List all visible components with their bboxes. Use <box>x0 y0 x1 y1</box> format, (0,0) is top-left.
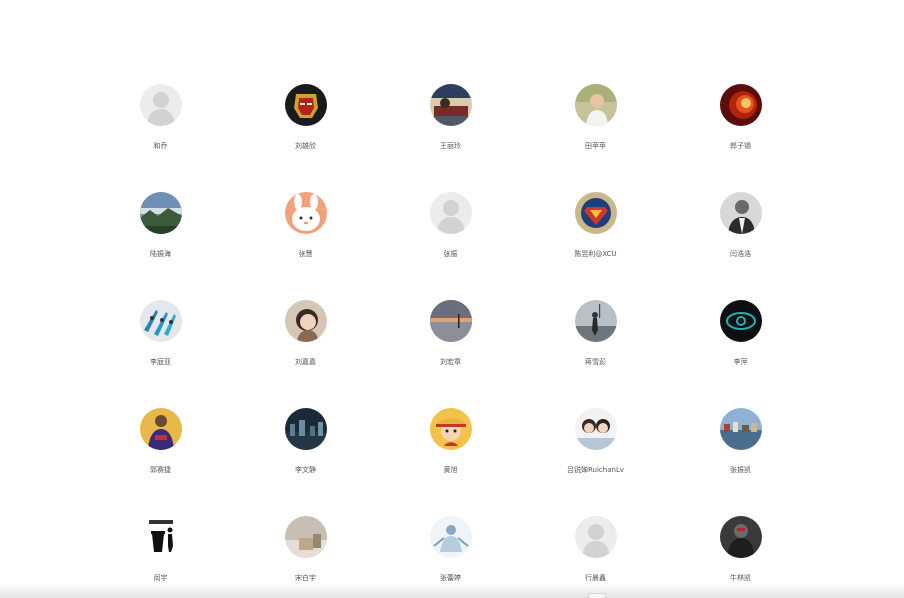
contact-item[interactable]: 刘雄欣 <box>233 84 378 192</box>
flame-avatar[interactable] <box>719 84 762 126</box>
contact-item[interactable]: 李萍 <box>668 300 813 408</box>
contact-item[interactable]: 李庭亚 <box>88 300 233 408</box>
anime-character-avatar[interactable] <box>429 408 472 450</box>
contact-item[interactable]: 吕锐婵RuichanLv <box>523 408 668 516</box>
default-person-icon[interactable] <box>139 84 182 126</box>
contact-item[interactable]: 张振 <box>378 192 523 300</box>
basketball-player-avatar[interactable] <box>139 408 182 450</box>
iron-man-avatar[interactable] <box>284 84 327 126</box>
contact-name: 牛林凯 <box>730 574 751 582</box>
contact-name: 行晨鑫 <box>585 574 606 582</box>
hiker-avatar[interactable] <box>574 300 617 342</box>
family-photo-avatar[interactable] <box>574 408 617 450</box>
contact-name: 李庭亚 <box>150 358 171 366</box>
bw-portrait-avatar[interactable] <box>719 192 762 234</box>
contact-name: 张振凯 <box>730 466 751 474</box>
contact-name: 王丽玲 <box>440 142 461 150</box>
contact-name: 蒋雪彭 <box>585 358 606 366</box>
contact-name: 陆振海 <box>150 250 171 258</box>
contact-name: 田苹苹 <box>585 142 606 150</box>
contact-name: 宋白宇 <box>295 574 316 582</box>
contact-item[interactable]: 张振凯 <box>668 408 813 516</box>
contact-name: 闫浩浩 <box>730 250 751 258</box>
contact-name: 李萍 <box>733 358 748 366</box>
boats-avatar[interactable] <box>139 300 182 342</box>
contact-item[interactable]: 陈昱利@XCU <box>523 192 668 300</box>
room-photo-avatar[interactable] <box>284 516 327 558</box>
scroll-handle[interactable] <box>588 593 606 598</box>
portrait-avatar[interactable] <box>574 84 617 126</box>
contact-item[interactable]: 刘宏章 <box>378 300 523 408</box>
contact-item[interactable]: 陆振海 <box>88 192 233 300</box>
trash-sign-avatar[interactable] <box>139 516 182 558</box>
eye-logo-avatar[interactable] <box>719 300 762 342</box>
contacts-grid: 和乔 刘雄欣 王丽玲 田苹苹 郎子锡 陆振海 张慧 张振 陈昱利@XCU 闫浩浩… <box>88 84 813 598</box>
contact-item[interactable]: 王丽玲 <box>378 84 523 192</box>
contact-item[interactable]: 郎子锡 <box>668 84 813 192</box>
contact-name: 刘宏章 <box>440 358 461 366</box>
contact-name: 和乔 <box>153 142 168 150</box>
contact-item[interactable]: 郭赛捷 <box>88 408 233 516</box>
contact-name: 张慧 <box>298 250 313 258</box>
girl-portrait-avatar[interactable] <box>284 300 327 342</box>
winter-figure-avatar[interactable] <box>429 516 472 558</box>
contact-name: 李文静 <box>295 466 316 474</box>
hero-portrait-avatar[interactable] <box>719 516 762 558</box>
contact-name: 张振 <box>443 250 458 258</box>
illustration-avatar[interactable] <box>429 84 472 126</box>
contact-item[interactable]: 田苹苹 <box>523 84 668 192</box>
bottom-bar <box>0 584 904 598</box>
night-city-avatar[interactable] <box>284 408 327 450</box>
contact-name: 刘雄欣 <box>295 142 316 150</box>
default-person-icon[interactable] <box>429 192 472 234</box>
contact-item[interactable]: 蒋雪彭 <box>523 300 668 408</box>
contact-item[interactable]: 李文静 <box>233 408 378 516</box>
landscape-avatar[interactable] <box>139 192 182 234</box>
contact-name: 郭赛捷 <box>150 466 171 474</box>
contact-item[interactable]: 黄旭 <box>378 408 523 516</box>
contact-name: 黄旭 <box>443 466 458 474</box>
contact-name: 陈昱利@XCU <box>574 250 617 258</box>
contact-name: 刘嘉嘉 <box>295 358 316 366</box>
contact-item[interactable]: 闫浩浩 <box>668 192 813 300</box>
default-person-icon[interactable] <box>574 516 617 558</box>
sunset-lake-avatar[interactable] <box>429 300 472 342</box>
contact-item[interactable]: 张慧 <box>233 192 378 300</box>
contact-item[interactable]: 和乔 <box>88 84 233 192</box>
contact-name: 张蕾婷 <box>440 574 461 582</box>
superman-logo-avatar[interactable] <box>574 192 617 234</box>
contact-name: 郎子锡 <box>730 142 751 150</box>
contact-name: 吕锐婵RuichanLv <box>567 466 624 474</box>
contacts-page: 和乔 刘雄欣 王丽玲 田苹苹 郎子锡 陆振海 张慧 张振 陈昱利@XCU 闫浩浩… <box>0 0 904 598</box>
cartoon-bunny-avatar[interactable] <box>284 192 327 234</box>
harbor-avatar[interactable] <box>719 408 762 450</box>
contact-item[interactable]: 刘嘉嘉 <box>233 300 378 408</box>
contact-name: 闵宇 <box>153 574 168 582</box>
